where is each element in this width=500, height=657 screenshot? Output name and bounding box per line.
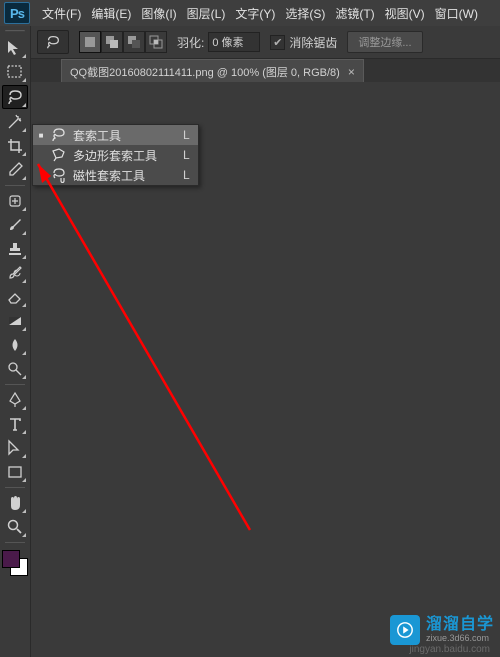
selection-new[interactable] — [79, 31, 101, 53]
flyout-selected-marker: ■ — [37, 131, 45, 140]
marquee-tool[interactable] — [3, 61, 27, 83]
flyout-item-shortcut: L — [183, 168, 190, 182]
watermark: 溜溜自学 zixue.3d66.com — [390, 615, 494, 645]
hand-tool[interactable] — [3, 492, 27, 514]
tool-separator — [5, 384, 25, 385]
eraser-tool[interactable] — [3, 286, 27, 308]
brush-tool[interactable] — [3, 214, 27, 236]
watermark-logo-icon — [390, 615, 420, 645]
menu-type[interactable]: 文字(Y) — [231, 3, 279, 24]
foreground-color-swatch[interactable] — [2, 550, 20, 568]
type-tool[interactable] — [3, 413, 27, 435]
watermark-text: 溜溜自学 zixue.3d66.com — [426, 616, 494, 643]
gradient-tool[interactable] — [3, 310, 27, 332]
selection-intersect[interactable] — [145, 31, 167, 53]
menu-image[interactable]: 图像(I) — [137, 3, 180, 24]
flyout-item-label: 套索工具 — [73, 127, 177, 144]
move-tool[interactable] — [3, 37, 27, 59]
tool-separator — [5, 185, 25, 186]
menu-file[interactable]: 文件(F) — [38, 3, 85, 24]
lasso-tool[interactable] — [2, 85, 28, 109]
menu-view[interactable]: 视图(V) — [381, 3, 429, 24]
menubar: Ps 文件(F) 编辑(E) 图像(I) 图层(L) 文字(Y) 选择(S) 滤… — [0, 0, 500, 26]
watermark-url: jingyan.baidu.com — [409, 644, 490, 655]
flyout-item-magnetic-lasso[interactable]: 磁性套索工具 L — [33, 165, 198, 185]
lasso-flyout-menu: ■ 套索工具 L 多边形套索工具 L 磁性套索工具 L — [32, 124, 199, 186]
healing-brush-tool[interactable] — [3, 190, 27, 212]
app-logo: Ps — [4, 2, 30, 24]
stamp-tool[interactable] — [3, 238, 27, 260]
document-tab[interactable]: QQ截图20160802111411.png @ 100% (图层 0, RGB… — [61, 59, 364, 83]
tools-panel — [0, 26, 31, 657]
feather-label: 羽化: — [177, 34, 204, 51]
selection-subtract[interactable] — [123, 31, 145, 53]
lasso-icon — [51, 127, 67, 143]
watermark-title: 溜溜自学 — [426, 616, 494, 634]
blur-tool[interactable] — [3, 334, 27, 356]
menu-window[interactable]: 窗口(W) — [431, 3, 482, 24]
selection-mode-group — [79, 31, 167, 53]
menu-filter[interactable]: 滤镜(T) — [331, 3, 378, 24]
toolbar-grip[interactable] — [0, 26, 30, 36]
crop-tool[interactable] — [3, 135, 27, 157]
flyout-item-lasso[interactable]: ■ 套索工具 L — [33, 125, 198, 145]
refine-edge-button[interactable]: 调整边缘... — [347, 31, 422, 53]
flyout-item-label: 磁性套索工具 — [73, 167, 177, 184]
zoom-tool[interactable] — [3, 516, 27, 538]
history-brush-tool[interactable] — [3, 262, 27, 284]
antialias-option[interactable]: ✔ 消除锯齿 — [270, 34, 337, 51]
pen-tool[interactable] — [3, 389, 27, 411]
flyout-item-shortcut: L — [183, 148, 190, 162]
watermark-sub: zixue.3d66.com — [426, 634, 494, 644]
tool-separator — [5, 542, 25, 543]
magnetic-lasso-icon — [51, 167, 67, 183]
path-select-tool[interactable] — [3, 437, 27, 459]
feather-option: 羽化: — [177, 32, 260, 52]
flyout-item-label: 多边形套索工具 — [73, 147, 177, 164]
tool-preset-picker[interactable] — [37, 30, 69, 54]
flyout-item-polygonal-lasso[interactable]: 多边形套索工具 L — [33, 145, 198, 165]
feather-input[interactable] — [208, 32, 260, 52]
menu-select[interactable]: 选择(S) — [281, 3, 329, 24]
eyedropper-tool[interactable] — [3, 159, 27, 181]
menu-edit[interactable]: 编辑(E) — [87, 3, 135, 24]
menu-layer[interactable]: 图层(L) — [183, 3, 230, 24]
tool-separator — [5, 487, 25, 488]
dodge-tool[interactable] — [3, 358, 27, 380]
polygonal-lasso-icon — [51, 147, 67, 163]
main-area: 羽化: ✔ 消除锯齿 调整边缘... QQ截图20160802111411.pn… — [31, 26, 500, 657]
color-swatches[interactable] — [2, 550, 28, 576]
selection-add[interactable] — [101, 31, 123, 53]
close-icon[interactable]: × — [348, 65, 355, 79]
magic-wand-tool[interactable] — [3, 111, 27, 133]
document-tab-title: QQ截图20160802111411.png @ 100% (图层 0, RGB… — [70, 64, 340, 80]
antialias-label: 消除锯齿 — [289, 34, 337, 51]
flyout-item-shortcut: L — [183, 128, 190, 142]
document-tab-bar: QQ截图20160802111411.png @ 100% (图层 0, RGB… — [31, 59, 500, 84]
shape-tool[interactable] — [3, 461, 27, 483]
antialias-checkbox[interactable]: ✔ — [270, 35, 285, 50]
options-bar: 羽化: ✔ 消除锯齿 调整边缘... — [31, 26, 500, 59]
